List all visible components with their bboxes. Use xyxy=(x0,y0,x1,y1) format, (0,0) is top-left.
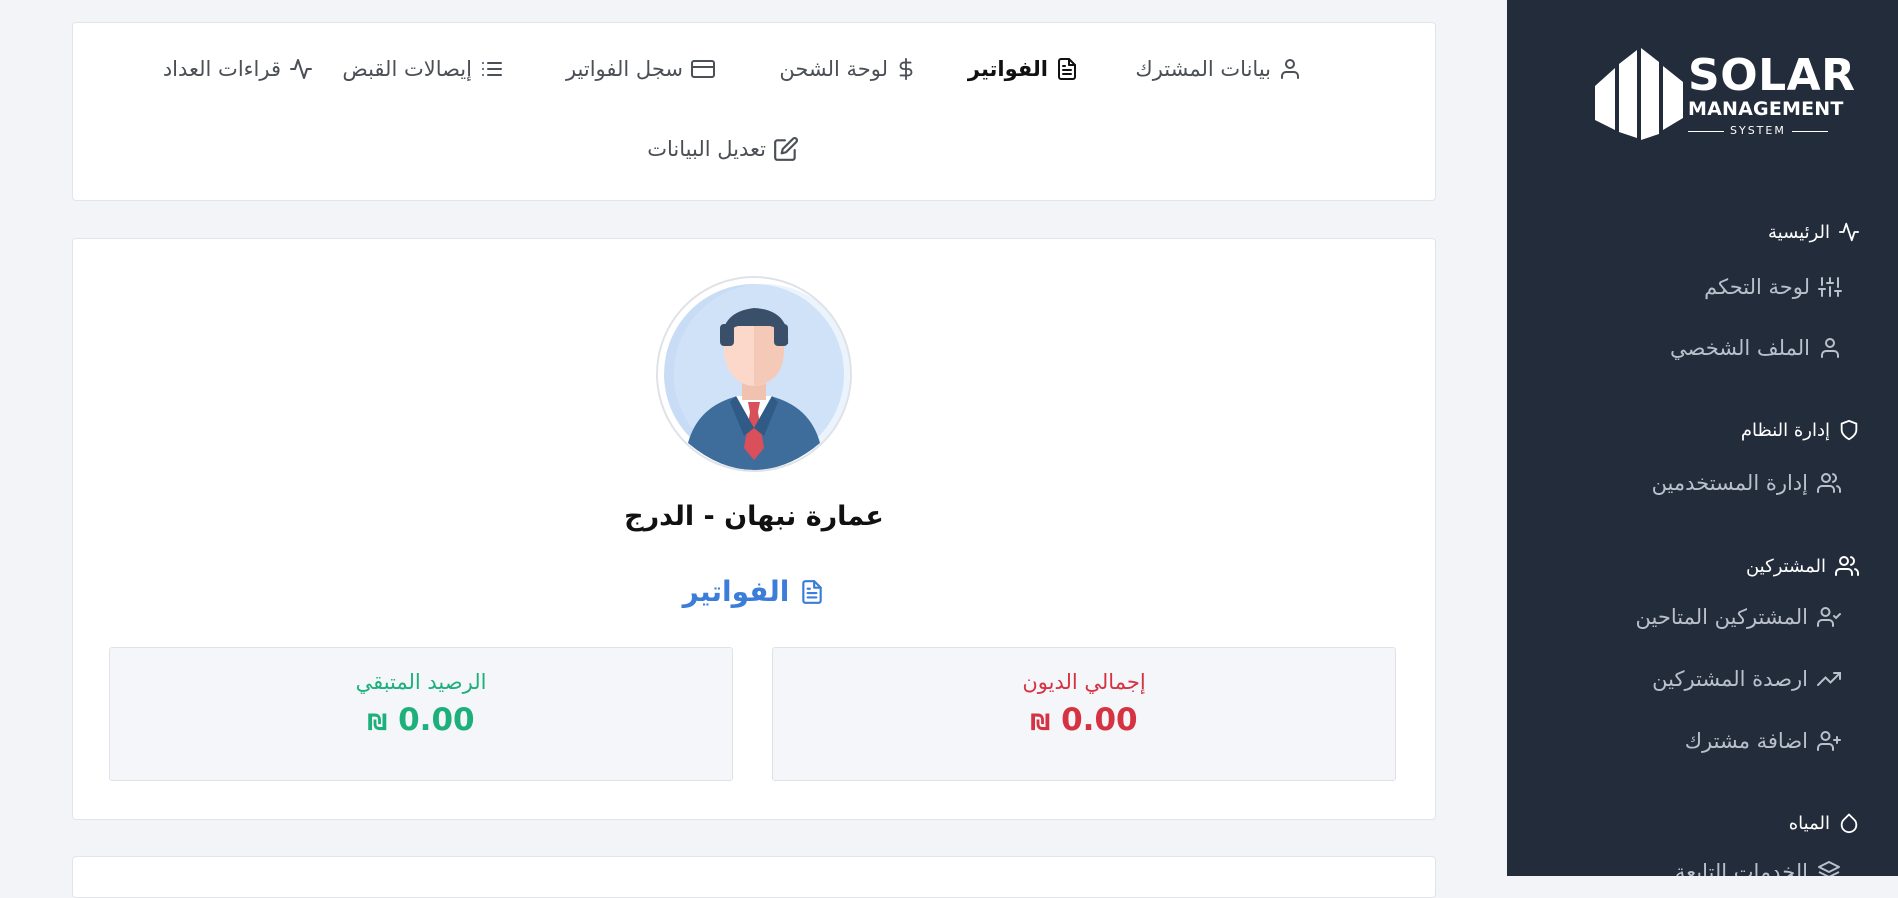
tab-receipts[interactable]: إيصالات القبض xyxy=(342,57,505,81)
list-icon xyxy=(482,62,502,76)
activity-icon xyxy=(1838,222,1860,242)
nav-section-label: الرئيسية xyxy=(1768,221,1830,243)
sidebar-item-available-subscribers[interactable]: المشتركين المتاحين xyxy=(1636,605,1842,629)
sidebar-item-label: إدارة المستخدمين xyxy=(1651,471,1808,495)
currency-symbol: ₪ xyxy=(367,711,388,736)
file-text-icon xyxy=(1058,58,1076,80)
layers-icon xyxy=(1818,861,1840,876)
nav-section-home: الرئيسية xyxy=(1768,221,1860,243)
tab-invoice-log[interactable]: سجل الفواتير xyxy=(566,57,716,81)
logo-title: SOLAR xyxy=(1688,50,1856,101)
subscriber-profile-card: عمارة نبهان - الدرج الفواتير إجمالي الدي… xyxy=(72,238,1436,820)
avatar xyxy=(656,276,852,472)
sidebar-item-label: الخدمات التابعة xyxy=(1674,860,1808,876)
subscriber-name: عمارة نبهان - الدرج xyxy=(624,501,884,532)
total-debts-value: 0.00 xyxy=(1061,702,1138,738)
remaining-balance-amount: ₪ 0.00 xyxy=(110,702,732,738)
currency-symbol: ₪ xyxy=(1030,711,1051,736)
total-debts-label: إجمالي الديون xyxy=(1022,670,1146,694)
sidebar: SOLAR MANAGEMENT SYSTEM الرئيسية لوحة ال… xyxy=(1507,0,1898,876)
sidebar-item-users[interactable]: إدارة المستخدمين xyxy=(1652,471,1842,495)
file-text-icon xyxy=(802,579,823,604)
subscriber-tabs-card: بيانات المشترك الفواتير لوحة الشحن سجل ا… xyxy=(72,22,1436,201)
user-icon xyxy=(1821,338,1839,358)
tab-label: تعديل البيانات xyxy=(647,137,766,161)
total-debts-box: إجمالي الديون ₪ 0.00 xyxy=(772,647,1396,781)
sidebar-item-label: اضافة مشترك xyxy=(1684,729,1808,753)
sidebar-item-label: الملف الشخصي xyxy=(1670,336,1810,360)
sidebar-item-dashboard[interactable]: لوحة التحكم xyxy=(1704,275,1842,299)
nav-section-water: المياه xyxy=(1789,811,1860,835)
logo-tagline: SYSTEM xyxy=(1730,124,1786,137)
nav-section-label: المشتركين xyxy=(1745,555,1826,577)
tab-meter-readings[interactable]: قراءات العداد xyxy=(163,57,314,81)
tab-label: لوحة الشحن xyxy=(779,57,888,81)
tab-subscriber-data[interactable]: بيانات المشترك xyxy=(1135,57,1302,81)
tab-charging-board[interactable]: لوحة الشحن xyxy=(779,57,917,81)
sidebar-item-label: لوحة التحكم xyxy=(1704,275,1810,299)
tab-invoices[interactable]: الفواتير xyxy=(968,57,1079,81)
trending-up-icon xyxy=(1817,672,1841,686)
section-title: الفواتير xyxy=(73,575,1435,608)
tab-label: قراءات العداد xyxy=(162,57,281,81)
user-icon xyxy=(1281,59,1299,79)
user-check-icon xyxy=(1817,607,1841,627)
sidebar-item-label: المشتركين المتاحين xyxy=(1635,605,1808,629)
logo-mark-icon xyxy=(1595,48,1683,140)
sidebar-item-services[interactable]: الخدمات التابعة xyxy=(1675,860,1842,876)
tab-edit-data[interactable]: تعديل البيانات xyxy=(647,136,799,162)
sidebar-item-label: ارصدة المشتركين xyxy=(1652,667,1808,691)
total-debts-amount: ₪ 0.00 xyxy=(773,702,1395,738)
users-icon xyxy=(1835,556,1859,576)
tab-label: بيانات المشترك xyxy=(1135,57,1271,81)
remaining-balance-label: الرصيد المتبقي xyxy=(355,670,487,694)
nav-section-system: إدارة النظام xyxy=(1741,418,1860,442)
tab-label: سجل الفواتير xyxy=(565,57,683,81)
remaining-balance-value: 0.00 xyxy=(398,702,475,738)
nav-section-label: المياه xyxy=(1788,812,1830,834)
dollar-sign-icon xyxy=(899,58,913,80)
app-logo[interactable]: SOLAR MANAGEMENT SYSTEM xyxy=(1593,48,1856,142)
avatar-image xyxy=(664,284,850,470)
credit-card-icon xyxy=(691,60,715,78)
sidebar-item-add-subscriber[interactable]: اضافة مشترك xyxy=(1685,729,1842,753)
user-plus-icon xyxy=(1817,731,1841,751)
activity-icon xyxy=(290,59,312,79)
sidebar-item-subscriber-balances[interactable]: ارصدة المشتركين xyxy=(1652,667,1842,691)
next-card xyxy=(72,856,1436,898)
droplet-icon xyxy=(1840,813,1858,834)
users-icon xyxy=(1817,473,1841,493)
shield-icon xyxy=(1840,419,1858,441)
tab-label: الفواتير xyxy=(967,57,1048,81)
section-title-label: الفواتير xyxy=(682,575,790,608)
remaining-balance-box: الرصيد المتبقي ₪ 0.00 xyxy=(109,647,733,781)
logo-subtitle: MANAGEMENT xyxy=(1688,98,1844,120)
sliders-icon xyxy=(1818,277,1842,297)
edit-icon xyxy=(774,137,798,161)
nav-section-label: إدارة النظام xyxy=(1740,419,1830,441)
sidebar-item-profile[interactable]: الملف الشخصي xyxy=(1670,336,1842,360)
nav-section-subscribers: المشتركين xyxy=(1746,554,1860,578)
tab-label: إيصالات القبض xyxy=(342,57,472,81)
